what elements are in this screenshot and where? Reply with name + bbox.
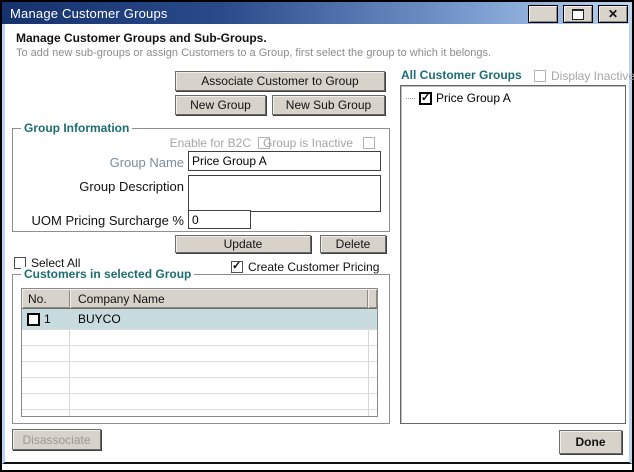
- associate-customer-button[interactable]: Associate Customer to Group: [175, 71, 385, 91]
- page-title: Manage Customer Groups and Sub-Groups.: [16, 31, 267, 45]
- close-button[interactable]: ✕: [598, 5, 628, 23]
- enable-b2c-row: Enable for B2C: [133, 136, 251, 150]
- dialog-body: Manage Customer Groups and Sub-Groups. T…: [2, 24, 632, 464]
- table-row-empty: [22, 410, 377, 417]
- titlebar[interactable]: Manage Customer Groups _ ✕: [2, 2, 632, 24]
- group-inactive-row: Group is Inactive: [241, 136, 353, 150]
- customers-table-header: No. Company Name: [22, 289, 377, 309]
- group-information-legend: Group Information: [21, 121, 132, 135]
- tree-item-label: Price Group A: [436, 91, 511, 105]
- company-name-cell: BUYCO: [70, 312, 369, 326]
- close-icon: ✕: [608, 7, 618, 21]
- customer-groups-tree[interactable]: Price Group A: [400, 85, 626, 424]
- tree-item[interactable]: Price Group A: [401, 86, 625, 105]
- minimize-icon: _: [540, 15, 547, 19]
- enable-b2c-label: Enable for B2C: [170, 136, 251, 150]
- minimize-button[interactable]: _: [528, 5, 558, 23]
- row-number: 1: [44, 312, 51, 326]
- update-button[interactable]: Update: [175, 235, 311, 253]
- uom-surcharge-label: UOM Pricing Surcharge %: [23, 213, 184, 228]
- uom-surcharge-input[interactable]: [188, 210, 251, 229]
- row-checkbox[interactable]: [27, 313, 40, 326]
- new-group-button[interactable]: New Group: [175, 95, 266, 115]
- maximize-button[interactable]: [563, 5, 593, 23]
- group-inactive-checkbox[interactable]: [363, 137, 375, 149]
- group-name-label: Group Name: [23, 155, 184, 170]
- tree-item-checkbox[interactable]: [419, 92, 432, 105]
- table-row-empty: [22, 394, 377, 410]
- delete-button[interactable]: Delete: [320, 235, 386, 253]
- done-button[interactable]: Done: [559, 430, 622, 454]
- table-row-empty: [22, 362, 377, 378]
- group-name-input[interactable]: [188, 151, 381, 171]
- group-information-fieldset: Group Information Enable for B2C Group i…: [12, 128, 390, 232]
- column-header-no[interactable]: No.: [22, 289, 70, 308]
- customers-legend: Customers in selected Group: [21, 267, 194, 281]
- manage-customer-groups-dialog: Manage Customer Groups _ ✕ Manage Custom…: [0, 0, 634, 472]
- table-row-empty: [22, 346, 377, 362]
- create-customer-pricing-checkbox[interactable]: [231, 261, 243, 273]
- all-customer-groups-title: All Customer Groups: [401, 68, 522, 82]
- group-description-label: Group Description: [23, 179, 184, 194]
- display-inactive-label: Display Inactive: [551, 69, 634, 83]
- window-controls: _ ✕: [528, 5, 628, 23]
- display-inactive-checkbox[interactable]: [534, 70, 546, 82]
- page-subtitle: To add new sub-groups or assign Customer…: [16, 47, 491, 59]
- column-header-spacer: [368, 289, 377, 308]
- window-title: Manage Customer Groups: [2, 6, 168, 21]
- customers-table[interactable]: No. Company Name 1 BUYCO: [21, 288, 378, 417]
- customers-table-body: 1 BUYCO: [22, 309, 377, 417]
- maximize-icon: [572, 9, 584, 20]
- column-header-company[interactable]: Company Name: [70, 289, 368, 308]
- disassociate-button[interactable]: Disassociate: [12, 429, 101, 450]
- create-customer-pricing-label: Create Customer Pricing: [248, 260, 379, 274]
- table-row-empty: [22, 378, 377, 394]
- group-inactive-label: Group is Inactive: [263, 136, 353, 150]
- tree-line: [406, 98, 415, 99]
- display-inactive-row: Display Inactive: [534, 69, 634, 83]
- table-row-empty: [22, 330, 377, 346]
- group-description-input[interactable]: [188, 175, 381, 212]
- new-sub-group-button[interactable]: New Sub Group: [272, 95, 385, 115]
- customers-fieldset: Customers in selected Group No. Company …: [12, 274, 390, 424]
- create-customer-pricing-row: Create Customer Pricing: [231, 260, 379, 274]
- table-row[interactable]: 1 BUYCO: [22, 309, 377, 330]
